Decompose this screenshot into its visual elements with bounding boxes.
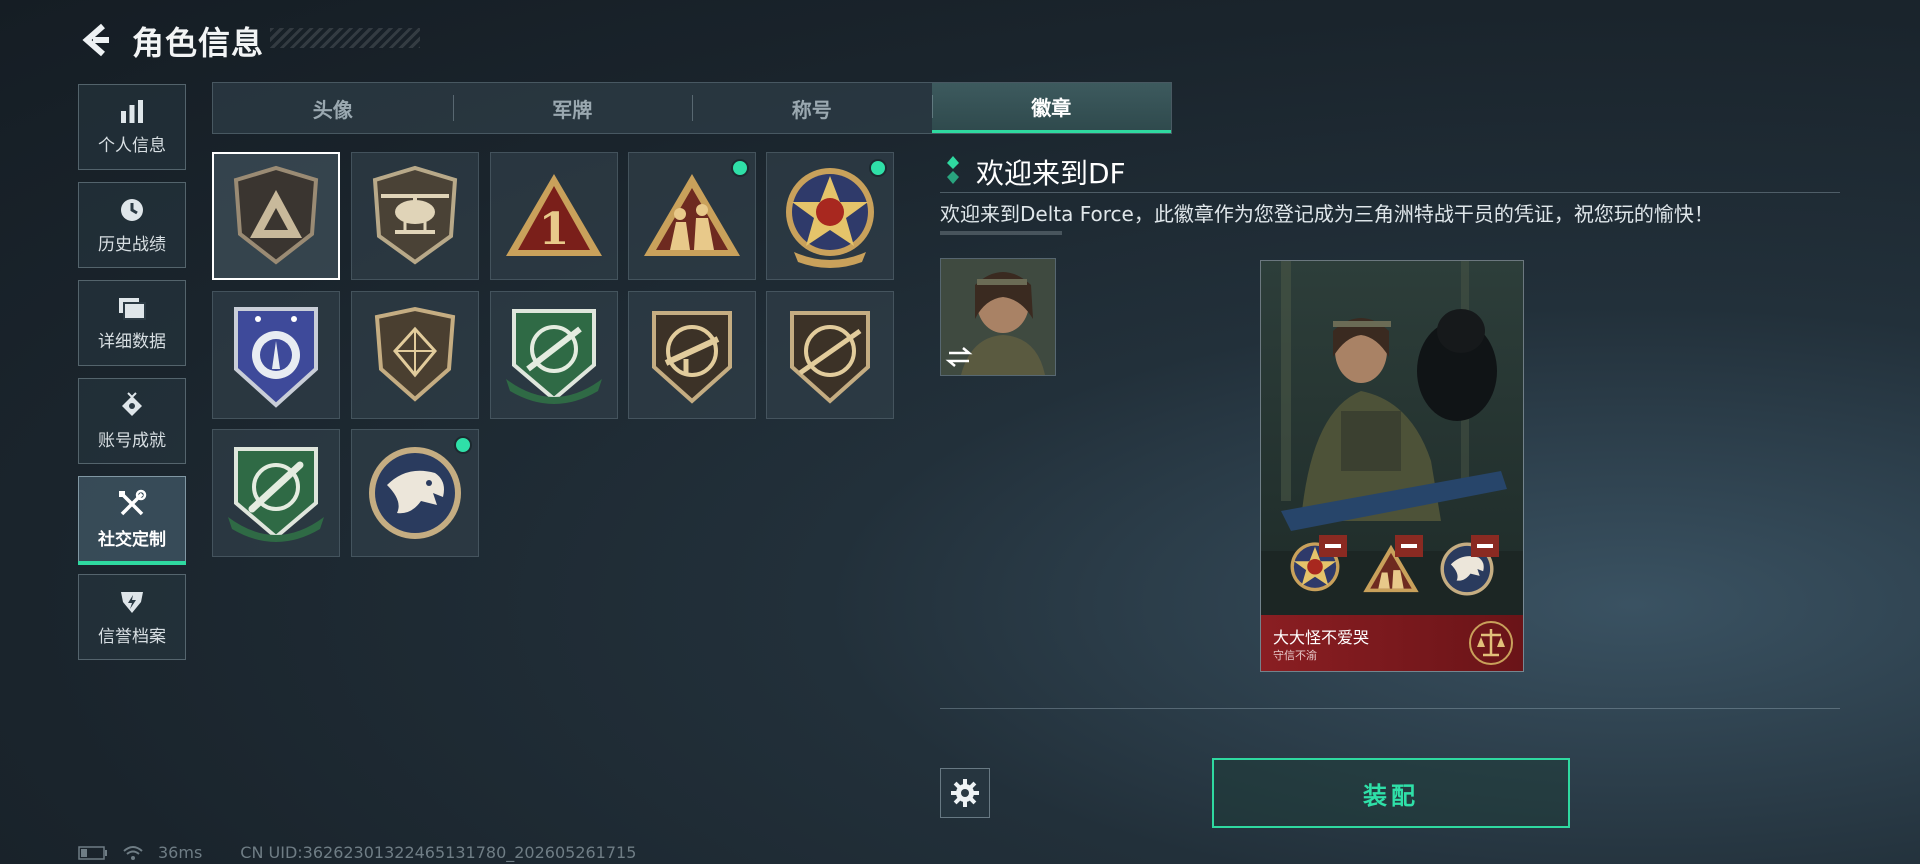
new-indicator-dot — [454, 436, 472, 454]
tab-avatar[interactable]: 头像 — [213, 83, 453, 133]
badge-sniper[interactable] — [766, 291, 894, 419]
tab-dogtag[interactable]: 军牌 — [452, 83, 693, 133]
badge-diamond-shield[interactable] — [351, 291, 479, 419]
player-card: 大大怪不爱哭 守信不渝 — [1260, 260, 1524, 672]
remove-slot-3-button[interactable] — [1471, 535, 1499, 557]
scales-icon — [1469, 621, 1513, 665]
equip-button[interactable]: 装配 — [1212, 758, 1570, 828]
folder-icon — [119, 297, 146, 320]
gear-icon — [951, 779, 979, 807]
bar-chart-icon — [121, 99, 143, 123]
star-skull-badge-icon — [786, 168, 874, 268]
description-decoration — [940, 231, 1062, 235]
clock-icon — [121, 198, 143, 221]
equipped-slot-3[interactable] — [1431, 533, 1503, 605]
tools-icon — [119, 489, 147, 515]
helicopter-badge-icon — [372, 165, 458, 265]
swap-icon[interactable] — [945, 345, 973, 369]
badge-green-rifle[interactable] — [490, 291, 618, 419]
badge-description: 欢迎来到Delta Force，此徽章作为您登记成为三角洲特战干员的凭证，祝您玩… — [940, 202, 1714, 226]
badge-blue-shield[interactable] — [212, 291, 340, 419]
sidebar-item-label: 详细数据 — [98, 331, 166, 352]
reputation-label: 守信不渝 — [1273, 649, 1317, 662]
svg-text:1: 1 — [539, 204, 570, 255]
badge-smg[interactable] — [628, 291, 756, 419]
avatar[interactable] — [940, 258, 1056, 376]
smg-badge-icon — [652, 311, 732, 404]
sidebar-item-label: 个人信息 — [98, 135, 166, 156]
sniper-badge-icon — [790, 311, 870, 404]
equip-button-label: 装配 — [1363, 781, 1419, 810]
status-bar: 36ms CN UID:3626230132246513178​0_202605… — [78, 843, 636, 862]
card-footer: 大大怪不爱哭 守信不渝 — [1261, 615, 1523, 671]
divider — [940, 192, 1840, 193]
player-card-art — [1261, 261, 1523, 671]
badge-number-one[interactable]: 1 — [490, 152, 618, 280]
diamond-marker-icon — [947, 156, 959, 184]
green-rifle-badge-icon — [506, 309, 602, 404]
settings-button[interactable] — [940, 768, 990, 818]
eagle-badge-icon — [369, 447, 461, 539]
delta-triangle-badge-icon — [233, 165, 319, 265]
minus-icon — [1401, 544, 1417, 548]
blue-shield-badge-icon — [234, 307, 318, 408]
wifi-icon — [123, 845, 143, 860]
remove-slot-2-button[interactable] — [1395, 535, 1423, 557]
sidebar-item-detailed-data[interactable]: 详细数据 — [78, 280, 186, 366]
minus-icon — [1477, 544, 1493, 548]
sidebar-item-social-custom[interactable]: 社交定制 — [78, 476, 186, 565]
chevron-left-icon — [82, 23, 109, 57]
badge-star-skull[interactable] — [766, 152, 894, 280]
badge-green-knife[interactable] — [212, 429, 340, 557]
number-one-badge-icon: 1 — [506, 174, 602, 256]
soldiers-triangle-badge-icon — [644, 174, 740, 256]
badge-helicopter[interactable] — [351, 152, 479, 280]
tab-badge[interactable]: 徽章 — [931, 83, 1171, 133]
sidebar-item-label: 账号成就 — [98, 430, 166, 451]
battery-icon — [78, 845, 107, 860]
tab-title[interactable]: 称号 — [692, 83, 932, 133]
sidebar-item-label: 信誉档案 — [98, 626, 166, 647]
tab-bar: 头像 军牌 称号 徽章 — [212, 82, 1172, 134]
achievement-icon — [122, 391, 142, 416]
sidebar-item-personal-info[interactable]: 个人信息 — [78, 84, 186, 170]
back-button[interactable] — [78, 20, 114, 60]
page-title: 角色信息 — [132, 24, 265, 62]
badge-soldiers-triangle[interactable] — [628, 152, 756, 280]
title-decoration — [270, 28, 420, 48]
ping-value: 36ms — [158, 843, 203, 862]
badge-delta-triangle[interactable] — [212, 152, 340, 280]
uid-text: CN UID:3626230132246513178​0_20260526171… — [240, 843, 637, 862]
player-name: 大大怪不爱哭 — [1273, 628, 1370, 647]
sidebar-item-label: 社交定制 — [98, 529, 166, 550]
green-knife-badge-icon — [228, 447, 324, 542]
sidebar-item-history[interactable]: 历史战绩 — [78, 182, 186, 268]
sidebar-item-achievements[interactable]: 账号成就 — [78, 378, 186, 464]
badge-title: 欢迎来到DF — [976, 157, 1126, 190]
new-indicator-dot — [731, 159, 749, 177]
new-indicator-dot — [869, 159, 887, 177]
equipped-slot-2[interactable] — [1355, 533, 1427, 605]
diamond-shield-badge-icon — [374, 306, 456, 402]
equipped-slot-1[interactable] — [1279, 533, 1351, 605]
divider — [940, 708, 1840, 709]
shield-bolt-icon — [121, 591, 143, 613]
sidebar-item-reputation[interactable]: 信誉档案 — [78, 574, 186, 660]
badge-eagle[interactable] — [351, 429, 479, 557]
remove-slot-1-button[interactable] — [1319, 535, 1347, 557]
minus-icon — [1325, 544, 1341, 548]
sidebar-item-label: 历史战绩 — [98, 234, 166, 255]
